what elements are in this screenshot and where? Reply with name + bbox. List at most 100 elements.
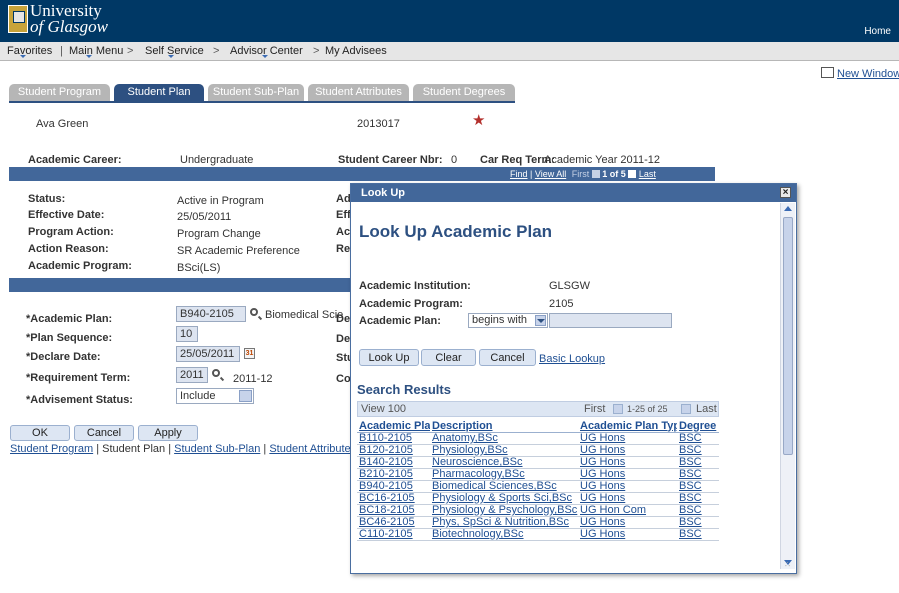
requirement-term-input[interactable]: 2011 [176, 367, 208, 383]
find-link[interactable]: Find [510, 169, 528, 179]
cell-plan[interactable]: BC18-2105 [359, 505, 415, 516]
declare-date-label: *Declare Date: [26, 351, 101, 363]
academic-plan-lookup-icon[interactable] [250, 308, 258, 316]
cell-plan-type[interactable]: UG Hons [580, 433, 625, 444]
partial-label-re: Re [336, 243, 351, 255]
close-icon[interactable]: × [780, 187, 791, 198]
table-row[interactable]: B140-2105 Neuroscience,BSc UG Hons BSC [357, 456, 719, 469]
declare-date-input[interactable]: 25/05/2011 [176, 346, 240, 362]
cell-description[interactable]: Pharmacology,BSc [432, 469, 525, 480]
cell-degree[interactable]: BSC [679, 469, 702, 480]
table-row[interactable]: C110-2105 Biotechnology,BSc UG Hons BSC [357, 528, 719, 541]
link-student-sub-plan[interactable]: Student Sub-Plan [174, 443, 260, 455]
tab-student-degrees[interactable]: Student Degrees [413, 84, 515, 101]
lookup-button[interactable]: Look Up [359, 349, 419, 366]
link-student-attributes[interactable]: Student Attributes [269, 443, 356, 455]
cell-plan[interactable]: BC46-2105 [359, 517, 415, 528]
clear-button[interactable]: Clear [421, 349, 476, 366]
cell-description[interactable]: Neuroscience,BSc [432, 457, 523, 468]
cell-degree[interactable]: BSC [679, 505, 702, 516]
cell-plan-type[interactable]: UG Hons [580, 481, 625, 492]
table-row[interactable]: BC46-2105 Phys, SpSci & Nutrition,BSc UG H… [357, 516, 719, 529]
link-student-program[interactable]: Student Program [10, 443, 93, 455]
cell-plan[interactable]: B140-2105 [359, 457, 413, 468]
scroll-thumb[interactable] [783, 217, 793, 455]
view-100-link[interactable]: View 100 [361, 403, 406, 415]
cell-plan[interactable]: B110-2105 [359, 433, 412, 444]
menu-my-advisees[interactable]: My Advisees [325, 45, 387, 57]
partial-label-admit: Ad [336, 193, 351, 205]
prev-page-icon[interactable] [613, 404, 623, 414]
menu-main-menu[interactable]: Main Menu [69, 45, 123, 57]
cell-plan[interactable]: B210-2105 [359, 469, 413, 480]
cell-description[interactable]: Physiology,BSc [432, 445, 508, 456]
cell-plan-type[interactable]: UG Hons [580, 469, 625, 480]
tab-student-plan[interactable]: Student Plan [114, 84, 204, 101]
calendar-icon[interactable]: 31 [244, 348, 255, 359]
view-all-link[interactable]: View All [535, 169, 566, 179]
cell-degree[interactable]: BSC [679, 481, 702, 492]
plan-operator-select[interactable]: begins with [468, 313, 548, 328]
cell-degree[interactable]: BSC [679, 493, 702, 504]
cell-plan-type[interactable]: UG Hons [580, 445, 625, 456]
table-row[interactable]: B110-2105 Anatomy,BSc UG Hons BSC [357, 432, 719, 445]
cell-plan[interactable]: C110-2105 [359, 529, 413, 540]
basic-lookup-link[interactable]: Basic Lookup [539, 353, 605, 365]
program-action-label: Program Action: [28, 226, 114, 238]
modal-cancel-button[interactable]: Cancel [479, 349, 536, 366]
home-link[interactable]: Home [864, 26, 891, 37]
menu-self-service[interactable]: Self Service [145, 45, 204, 57]
new-window-link[interactable]: New Window [821, 67, 899, 80]
advisement-status-select[interactable]: Include [176, 388, 254, 404]
cell-description[interactable]: Physiology & Sports Sci,BSc [432, 493, 572, 504]
tab-student-sub-plan[interactable]: Student Sub-Plan [208, 84, 304, 101]
modal-title-bar[interactable]: Look Up × [351, 184, 796, 202]
table-row[interactable]: B940-2105 Biomedical Sciences,BSc UG Hons B… [357, 480, 719, 493]
apply-button[interactable]: Apply [138, 425, 198, 441]
status-label: Status: [28, 193, 66, 205]
next-page-icon[interactable] [681, 404, 691, 414]
cell-degree[interactable]: BSC [679, 433, 702, 444]
cell-degree[interactable]: BSC [679, 517, 702, 528]
scroll-up-icon[interactable] [784, 206, 792, 211]
col-plan-type[interactable]: Academic Plan Type [580, 420, 677, 432]
cell-plan[interactable]: BC16-2105 [359, 493, 415, 504]
plan-sequence-input[interactable]: 10 [176, 326, 198, 342]
prev-icon[interactable] [591, 170, 600, 178]
modal-scrollbar[interactable] [780, 203, 795, 569]
plan-search-input[interactable] [549, 313, 672, 328]
table-row[interactable]: BC18-2105 Physiology & Psychology,BSc UG H… [357, 504, 719, 517]
cell-plan-type[interactable]: UG Hon Com [580, 505, 646, 516]
cell-degree[interactable]: BSC [679, 529, 702, 540]
cell-plan[interactable]: B120-2105 [359, 445, 413, 456]
cell-plan-type[interactable]: UG Hons [580, 493, 625, 504]
cell-description[interactable]: Phys, SpSci & Nutrition,BSc [432, 517, 569, 528]
table-row[interactable]: BC16-2105 Physiology & Sports Sci,BSc UG H… [357, 492, 719, 505]
cell-degree[interactable]: BSC [679, 445, 702, 456]
academic-plan-input[interactable]: B940-2105 [176, 306, 246, 322]
cell-plan-type[interactable]: UG Hons [580, 529, 625, 540]
cell-plan-type[interactable]: UG Hons [580, 517, 625, 528]
tab-student-attributes[interactable]: Student Attributes [308, 84, 409, 101]
cell-degree[interactable]: BSC [679, 457, 702, 468]
menu-favorites[interactable]: Favorites [7, 45, 52, 57]
col-academic-plan[interactable]: Academic Plan [359, 420, 430, 432]
program-label: Academic Program: [359, 298, 463, 310]
ok-button[interactable]: OK [10, 425, 70, 441]
last-link[interactable]: Last [639, 169, 656, 179]
cancel-button[interactable]: Cancel [74, 425, 134, 441]
col-description[interactable]: Description [432, 420, 493, 432]
cell-description[interactable]: Physiology & Psychology,BSc [432, 505, 577, 516]
cell-plan[interactable]: B940-2105 [359, 481, 413, 492]
cell-description[interactable]: Anatomy,BSc [432, 433, 498, 444]
cell-description[interactable]: Biotechnology,BSc [432, 529, 524, 540]
tab-student-program[interactable]: Student Program [9, 84, 110, 101]
table-row[interactable]: B120-2105 Physiology,BSc UG Hons BSC [357, 444, 719, 457]
col-degree[interactable]: Degree [679, 420, 716, 432]
requirement-term-lookup-icon[interactable] [212, 369, 220, 377]
cell-plan-type[interactable]: UG Hons [580, 457, 625, 468]
table-row[interactable]: B210-2105 Pharmacology,BSc UG Hons BSC [357, 468, 719, 481]
resize-grip-icon[interactable]: ∴ [785, 561, 795, 572]
cell-description[interactable]: Biomedical Sciences,BSc [432, 481, 557, 492]
next-icon[interactable] [628, 170, 637, 178]
